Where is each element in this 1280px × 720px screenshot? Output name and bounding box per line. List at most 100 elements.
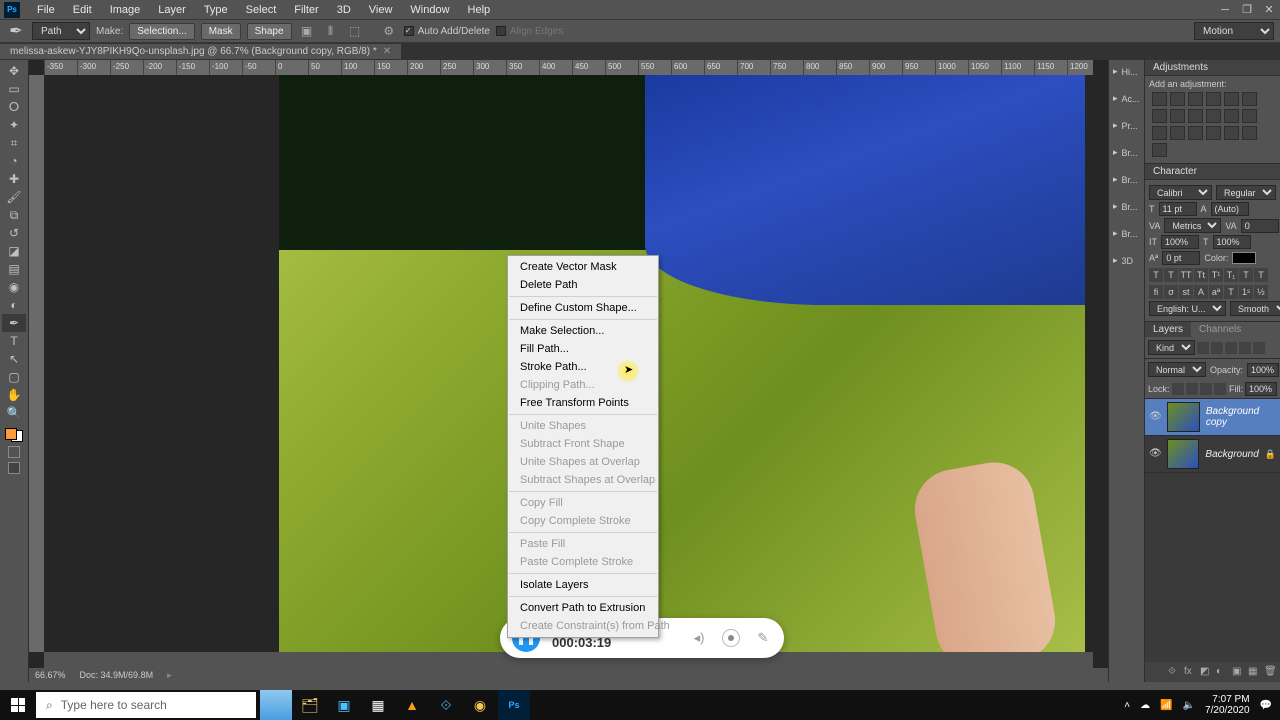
make-shape-button[interactable]: Shape <box>247 23 292 40</box>
strikethrough-button[interactable]: T <box>1254 268 1268 282</box>
filter-shape-icon[interactable] <box>1239 342 1251 354</box>
hscale-input[interactable] <box>1213 235 1251 249</box>
blend-mode-select[interactable]: Normal <box>1148 362 1206 377</box>
task-edge[interactable]: ▣ <box>328 690 360 720</box>
ctx-create-vector-mask[interactable]: Create Vector Mask <box>508 258 658 276</box>
dock-item-6[interactable]: ▸Br... <box>1109 226 1144 241</box>
dodge-tool[interactable]: ◐ <box>2 296 26 314</box>
ligatures-button[interactable]: fi <box>1149 285 1163 299</box>
adj-bw-icon[interactable] <box>1170 109 1185 123</box>
adj-posterize-icon[interactable] <box>1152 126 1167 140</box>
visibility-icon[interactable]: 👁 <box>1149 448 1161 460</box>
fractions-button[interactable]: T <box>1224 285 1238 299</box>
baseline-input[interactable] <box>1162 251 1200 265</box>
visibility-icon[interactable]: 👁 <box>1149 411 1161 423</box>
quick-mask-toggle[interactable] <box>8 446 20 458</box>
adj-more3-icon[interactable] <box>1152 143 1167 157</box>
document-tab[interactable]: melissa-askew-YJY8PIKH9Qo-unsplash.jpg @… <box>0 44 401 59</box>
maximize-button[interactable]: ❐ <box>1236 1 1258 19</box>
dock-item-4[interactable]: ▸Br... <box>1109 172 1144 187</box>
underline-button[interactable]: T <box>1239 268 1253 282</box>
start-button[interactable] <box>0 690 36 720</box>
adj-colorbalance-icon[interactable] <box>1152 109 1167 123</box>
allcaps-button[interactable]: TT <box>1179 268 1193 282</box>
move-tool[interactable]: ✥ <box>2 62 26 80</box>
menu-image[interactable]: Image <box>101 2 150 18</box>
task-explorer[interactable]: 🗂 <box>294 690 326 720</box>
stylistic-button[interactable]: st <box>1179 285 1193 299</box>
lock-all-icon[interactable] <box>1214 383 1226 395</box>
type-tool[interactable]: T <box>2 332 26 350</box>
adj-threshold-icon[interactable] <box>1170 126 1185 140</box>
ctx-isolate-layers[interactable]: Isolate Layers <box>508 576 658 594</box>
rectangle-tool[interactable]: ▢ <box>2 368 26 386</box>
auto-add-delete-checkbox[interactable]: Auto Add/Delete <box>404 26 490 37</box>
canvas[interactable]: Create Vector MaskDelete PathDefine Cust… <box>44 75 1093 652</box>
adj-exposure-icon[interactable] <box>1206 92 1221 106</box>
half-button[interactable]: ½ <box>1254 285 1268 299</box>
menu-view[interactable]: View <box>360 2 402 18</box>
zoom-level[interactable]: 66.67% <box>35 670 66 680</box>
filter-type-icon[interactable] <box>1225 342 1237 354</box>
quick-selection-tool[interactable]: ✦ <box>2 116 26 134</box>
subscript-button[interactable]: T₁ <box>1224 268 1238 282</box>
dock-item-1[interactable]: ▸Ac... <box>1109 91 1144 106</box>
pen-tool[interactable]: ✒ <box>2 314 26 332</box>
path-alignment-icon[interactable]: ⫴ <box>322 22 340 40</box>
adj-more-icon[interactable] <box>1224 126 1239 140</box>
ctx-free-transform-points[interactable]: Free Transform Points <box>508 394 658 412</box>
crop-tool[interactable]: ⌗ <box>2 134 26 152</box>
font-size-input[interactable] <box>1159 202 1197 216</box>
task-vscode[interactable]: ⟐ <box>430 690 462 720</box>
menu-help[interactable]: Help <box>459 2 500 18</box>
smallcaps-button[interactable]: Tt <box>1194 268 1208 282</box>
first-button[interactable]: 1ˢ <box>1239 285 1253 299</box>
menu-edit[interactable]: Edit <box>64 2 101 18</box>
close-button[interactable]: ✕ <box>1258 1 1280 19</box>
mic-icon[interactable]: ◂) <box>690 629 708 647</box>
lock-position-icon[interactable] <box>1200 383 1212 395</box>
lock-pixels-icon[interactable] <box>1186 383 1198 395</box>
eyedropper-tool[interactable]: ◔ <box>2 152 26 170</box>
close-icon[interactable]: ✕ <box>383 46 391 57</box>
tray-overflow-icon[interactable]: ˄ <box>1124 700 1130 711</box>
new-adjustment-icon[interactable]: ◐ <box>1216 666 1228 678</box>
layers-tab[interactable]: Layers <box>1145 322 1191 337</box>
gear-icon[interactable]: ⚙ <box>380 22 398 40</box>
minimize-button[interactable]: ─ <box>1214 1 1236 19</box>
adj-more2-icon[interactable] <box>1242 126 1257 140</box>
dock-item-5[interactable]: ▸Br... <box>1109 199 1144 214</box>
dock-item-2[interactable]: ▸Pr... <box>1109 118 1144 133</box>
dock-item-0[interactable]: ▸Hi... <box>1109 64 1144 79</box>
zoom-tool[interactable]: 🔍 <box>2 404 26 422</box>
tray-notifications-icon[interactable]: 💬 <box>1260 700 1272 711</box>
ctx-delete-path[interactable]: Delete Path <box>508 276 658 294</box>
adj-curves-icon[interactable] <box>1188 92 1203 106</box>
channels-tab[interactable]: Channels <box>1191 322 1249 337</box>
color-swatches[interactable] <box>5 428 23 442</box>
layer-mask-icon[interactable]: ◩ <box>1200 666 1212 678</box>
make-mask-button[interactable]: Mask <box>201 23 241 40</box>
adj-gradientmap-icon[interactable] <box>1188 126 1203 140</box>
vscale-input[interactable] <box>1161 235 1199 249</box>
link-layers-icon[interactable]: ⟐ <box>1168 666 1180 678</box>
path-operations-icon[interactable]: ▣ <box>298 22 316 40</box>
brush-tool[interactable]: 🖌 <box>2 188 26 206</box>
language-select[interactable]: English: U... <box>1149 301 1226 316</box>
menu-type[interactable]: Type <box>195 2 237 18</box>
task-vlc[interactable]: ▲ <box>396 690 428 720</box>
lasso-tool[interactable]: ⵔ <box>2 98 26 116</box>
character-tab[interactable]: Character <box>1145 164 1280 180</box>
path-arrangement-icon[interactable]: ⬚ <box>346 22 364 40</box>
menu-file[interactable]: File <box>28 2 64 18</box>
make-selection-button[interactable]: Selection... <box>129 23 194 40</box>
gradient-tool[interactable]: ▤ <box>2 260 26 278</box>
menu-3d[interactable]: 3D <box>328 2 360 18</box>
menu-filter[interactable]: Filter <box>285 2 327 18</box>
marquee-tool[interactable]: ▭ <box>2 80 26 98</box>
adjustments-tab[interactable]: Adjustments <box>1145 60 1280 76</box>
ctx-fill-path[interactable]: Fill Path... <box>508 340 658 358</box>
leading-input[interactable] <box>1211 202 1249 216</box>
task-chrome[interactable]: ◉ <box>464 690 496 720</box>
dock-item-7[interactable]: ▸3D <box>1109 253 1144 268</box>
